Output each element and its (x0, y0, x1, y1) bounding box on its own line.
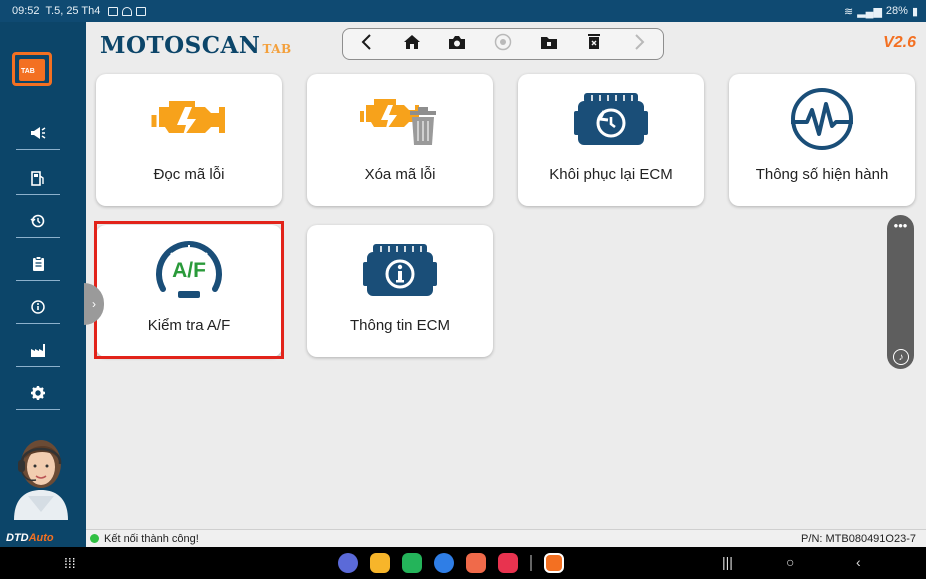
brand-logo: DTD Auto (0, 529, 86, 547)
clipboard-icon (32, 256, 45, 275)
recent-apps-icon[interactable]: ||| (722, 554, 733, 570)
record-button[interactable] (489, 32, 517, 56)
header: MOTOSCAN TAB V2.6 (86, 22, 926, 68)
home-icon (403, 34, 421, 55)
tile-clear-fault-codes[interactable]: Xóa mã lỗi (307, 74, 493, 206)
wifi-icon: ≋ (843, 5, 854, 18)
motoscan-tab-logo[interactable]: TAB (12, 52, 52, 86)
clock: 09:52 (12, 5, 40, 17)
toolbar (342, 28, 664, 60)
contacts-app-icon[interactable] (466, 553, 486, 573)
app-dock-icon[interactable] (370, 553, 390, 573)
connection-status-text: Kết nối thành công! (104, 532, 199, 545)
tile-label: Xóa mã lỗi (364, 166, 436, 183)
app-dock (338, 553, 564, 573)
tile-live-data[interactable]: Thông số hiện hành (729, 74, 915, 206)
tile-label: Kiểm tra A/F (147, 317, 231, 334)
more-dots-icon: ••• (893, 218, 908, 233)
home-nav-icon[interactable]: ○ (786, 554, 794, 570)
messages-app-icon[interactable] (434, 553, 454, 573)
system-status-bar: 09:52 T.5, 25 Th4 ≋ ▂▄▆ 28% ▮ (0, 0, 926, 22)
factory-icon (30, 342, 46, 361)
back-nav-icon[interactable]: ‹ (856, 554, 861, 570)
connection-status-bar: Kết nối thành công! P/N: MTB080491O23-7 (86, 529, 926, 547)
chevron-right-icon: › (92, 297, 96, 311)
battery-level: 28% (885, 5, 908, 17)
app-screen: 09:52 T.5, 25 Th4 ≋ ▂▄▆ 28% ▮ TAB DTD Au… (0, 0, 926, 579)
history-icon (30, 213, 46, 232)
fuel-pump-icon (31, 170, 45, 189)
connection-status-icon (90, 534, 99, 543)
folder-icon (540, 34, 558, 55)
tile-label: Đọc mã lỗi (153, 166, 225, 183)
edge-panel-handle[interactable]: ••• ♪ (887, 215, 914, 369)
dock-divider (530, 555, 532, 571)
sidebar-item-settings[interactable] (16, 380, 60, 410)
screenshot-button[interactable] (443, 32, 471, 56)
camera-app-icon[interactable] (498, 553, 518, 573)
live-data-pulse-icon (787, 86, 857, 152)
back-icon (360, 33, 372, 56)
engine-delete-icon (360, 86, 440, 152)
system-navigation-bar: ⁞⁞⁞ ||| ○ ‹ (0, 547, 926, 579)
app-logo: MOTOSCAN TAB (100, 32, 292, 59)
support-agent-avatar[interactable] (6, 420, 76, 520)
sidebar-item-announcements[interactable] (16, 120, 60, 150)
phone-app-icon[interactable] (402, 553, 422, 573)
motoscan-app-icon[interactable] (544, 553, 564, 573)
forward-button[interactable] (626, 32, 654, 56)
date: T.5, 25 Th4 (45, 5, 101, 17)
tile-af-test[interactable]: A/F Kiểm tra A/F (96, 225, 282, 357)
open-folder-button[interactable] (535, 32, 563, 56)
app-drawer-icon[interactable]: ⁞⁞⁞ (64, 555, 76, 571)
tile-label: Thông tin ECM (349, 317, 451, 334)
tile-label: Khôi phục lại ECM (549, 166, 673, 183)
ecm-info-icon (363, 237, 437, 303)
megaphone-icon (30, 126, 46, 143)
tile-label: Thông số hiện hành (755, 166, 889, 183)
sidebar-item-history[interactable] (16, 208, 60, 238)
tile-read-fault-codes[interactable]: Đọc mã lỗi (96, 74, 282, 206)
battery-icon: ▮ (911, 5, 918, 18)
record-icon (494, 33, 512, 56)
part-number: P/N: MTB080491O23-7 (801, 532, 916, 545)
delete-icon (587, 33, 601, 55)
tile-restore-ecm[interactable]: Khôi phục lại ECM (518, 74, 704, 206)
sidebar-item-fuel[interactable] (16, 165, 60, 195)
af-badge-text: A/F (172, 259, 206, 282)
af-gauge-icon: A/F (151, 237, 227, 303)
sidebar: TAB (0, 22, 86, 529)
settings-gear-icon (30, 385, 46, 404)
signal-icon: ▂▄▆ (857, 5, 882, 18)
info-icon (30, 299, 46, 318)
version-label: V2.6 (883, 34, 916, 51)
back-button[interactable] (352, 32, 380, 56)
system-indicators: ≋ ▂▄▆ 28% ▮ (844, 5, 918, 18)
camera-icon (448, 34, 466, 55)
delete-button[interactable] (580, 32, 608, 56)
app-dock-icon[interactable] (338, 553, 358, 573)
engine-warning-icon (151, 86, 227, 152)
home-button[interactable] (398, 32, 426, 56)
sidebar-item-reports[interactable] (16, 251, 60, 281)
sidebar-item-info[interactable] (16, 294, 60, 324)
notification-icons (108, 6, 147, 16)
ecm-restore-icon (574, 86, 648, 152)
tile-ecm-info[interactable]: Thông tin ECM (307, 225, 493, 357)
music-note-icon: ♪ (893, 349, 909, 365)
forward-icon (634, 33, 646, 56)
sidebar-item-manufacturer[interactable] (16, 337, 60, 367)
